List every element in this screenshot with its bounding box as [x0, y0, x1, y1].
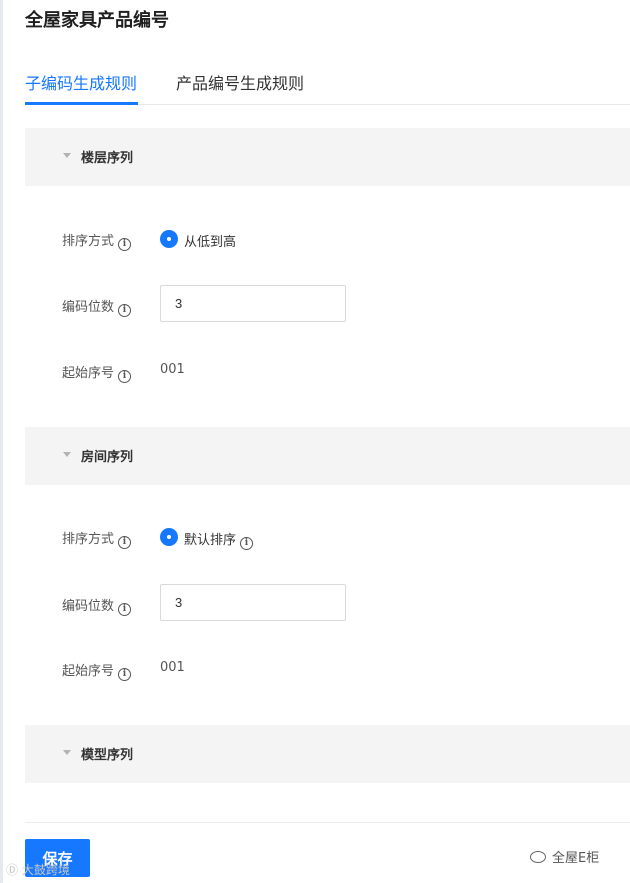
caret-down-icon	[63, 750, 71, 755]
start-number-text: 起始序号	[62, 366, 115, 381]
info-icon[interactable]: i	[118, 668, 132, 681]
radio-option-text: 默认排序	[184, 533, 237, 548]
tab-sub-code-rules[interactable]: 子编码生成规则	[25, 70, 137, 94]
code-digits-input[interactable]	[160, 285, 346, 322]
info-icon[interactable]: i	[118, 304, 132, 317]
wechat-icon	[530, 851, 546, 863]
start-number-value: 001	[160, 362, 185, 377]
start-number-value: 001	[160, 660, 185, 675]
caret-down-icon	[63, 153, 71, 158]
info-icon[interactable]: i	[118, 370, 132, 383]
radio-option-label[interactable]: 默认排序 i	[184, 529, 254, 550]
caret-down-icon	[63, 452, 71, 457]
page-title: 全屋家具产品编号	[25, 10, 169, 31]
radio-option-label[interactable]: 从低到高	[184, 231, 236, 250]
info-icon[interactable]: i	[118, 238, 132, 251]
section-title: 房间序列	[81, 450, 134, 465]
watermark-right: 全屋E柜	[530, 847, 599, 866]
section-header-room[interactable]: 房间序列	[25, 427, 630, 485]
watermark-right-text: 全屋E柜	[552, 851, 600, 866]
watermark-left: Ⓓ 大鼓跨境	[6, 861, 70, 878]
tab-product-number-rules[interactable]: 产品编号生成规则	[176, 70, 304, 94]
start-number-label: 起始序号 i	[62, 660, 132, 681]
info-icon[interactable]: i	[118, 536, 132, 549]
code-digits-label: 编码位数 i	[62, 595, 132, 616]
code-digits-text: 编码位数	[62, 599, 115, 614]
info-icon[interactable]: i	[118, 603, 132, 616]
sort-method-label: 排序方式 i	[62, 230, 132, 251]
code-digits-label: 编码位数 i	[62, 296, 132, 317]
start-number-label: 起始序号 i	[62, 362, 132, 383]
code-digits-input[interactable]	[160, 584, 346, 621]
section-title: 模型序列	[81, 748, 134, 763]
watermark-logo-icon: Ⓓ	[6, 863, 19, 877]
watermark-left-text: 大鼓跨境	[21, 863, 70, 877]
radio-sort-default[interactable]	[160, 528, 178, 546]
start-number-text: 起始序号	[62, 664, 115, 679]
section-header-floor[interactable]: 楼层序列	[25, 128, 630, 186]
section-header-model[interactable]: 模型序列	[25, 725, 630, 783]
sort-method-label: 排序方式 i	[62, 528, 132, 549]
active-tab-indicator	[25, 102, 138, 105]
radio-sort-low-to-high[interactable]	[160, 230, 178, 248]
sort-method-text: 排序方式	[62, 234, 115, 249]
footer-divider	[25, 822, 630, 823]
info-icon[interactable]: i	[240, 537, 254, 550]
code-digits-text: 编码位数	[62, 300, 115, 315]
left-edge-border	[0, 0, 3, 883]
tab-bar: 子编码生成规则 产品编号生成规则	[25, 62, 630, 105]
section-title: 楼层序列	[81, 151, 134, 166]
sort-method-text: 排序方式	[62, 532, 115, 547]
